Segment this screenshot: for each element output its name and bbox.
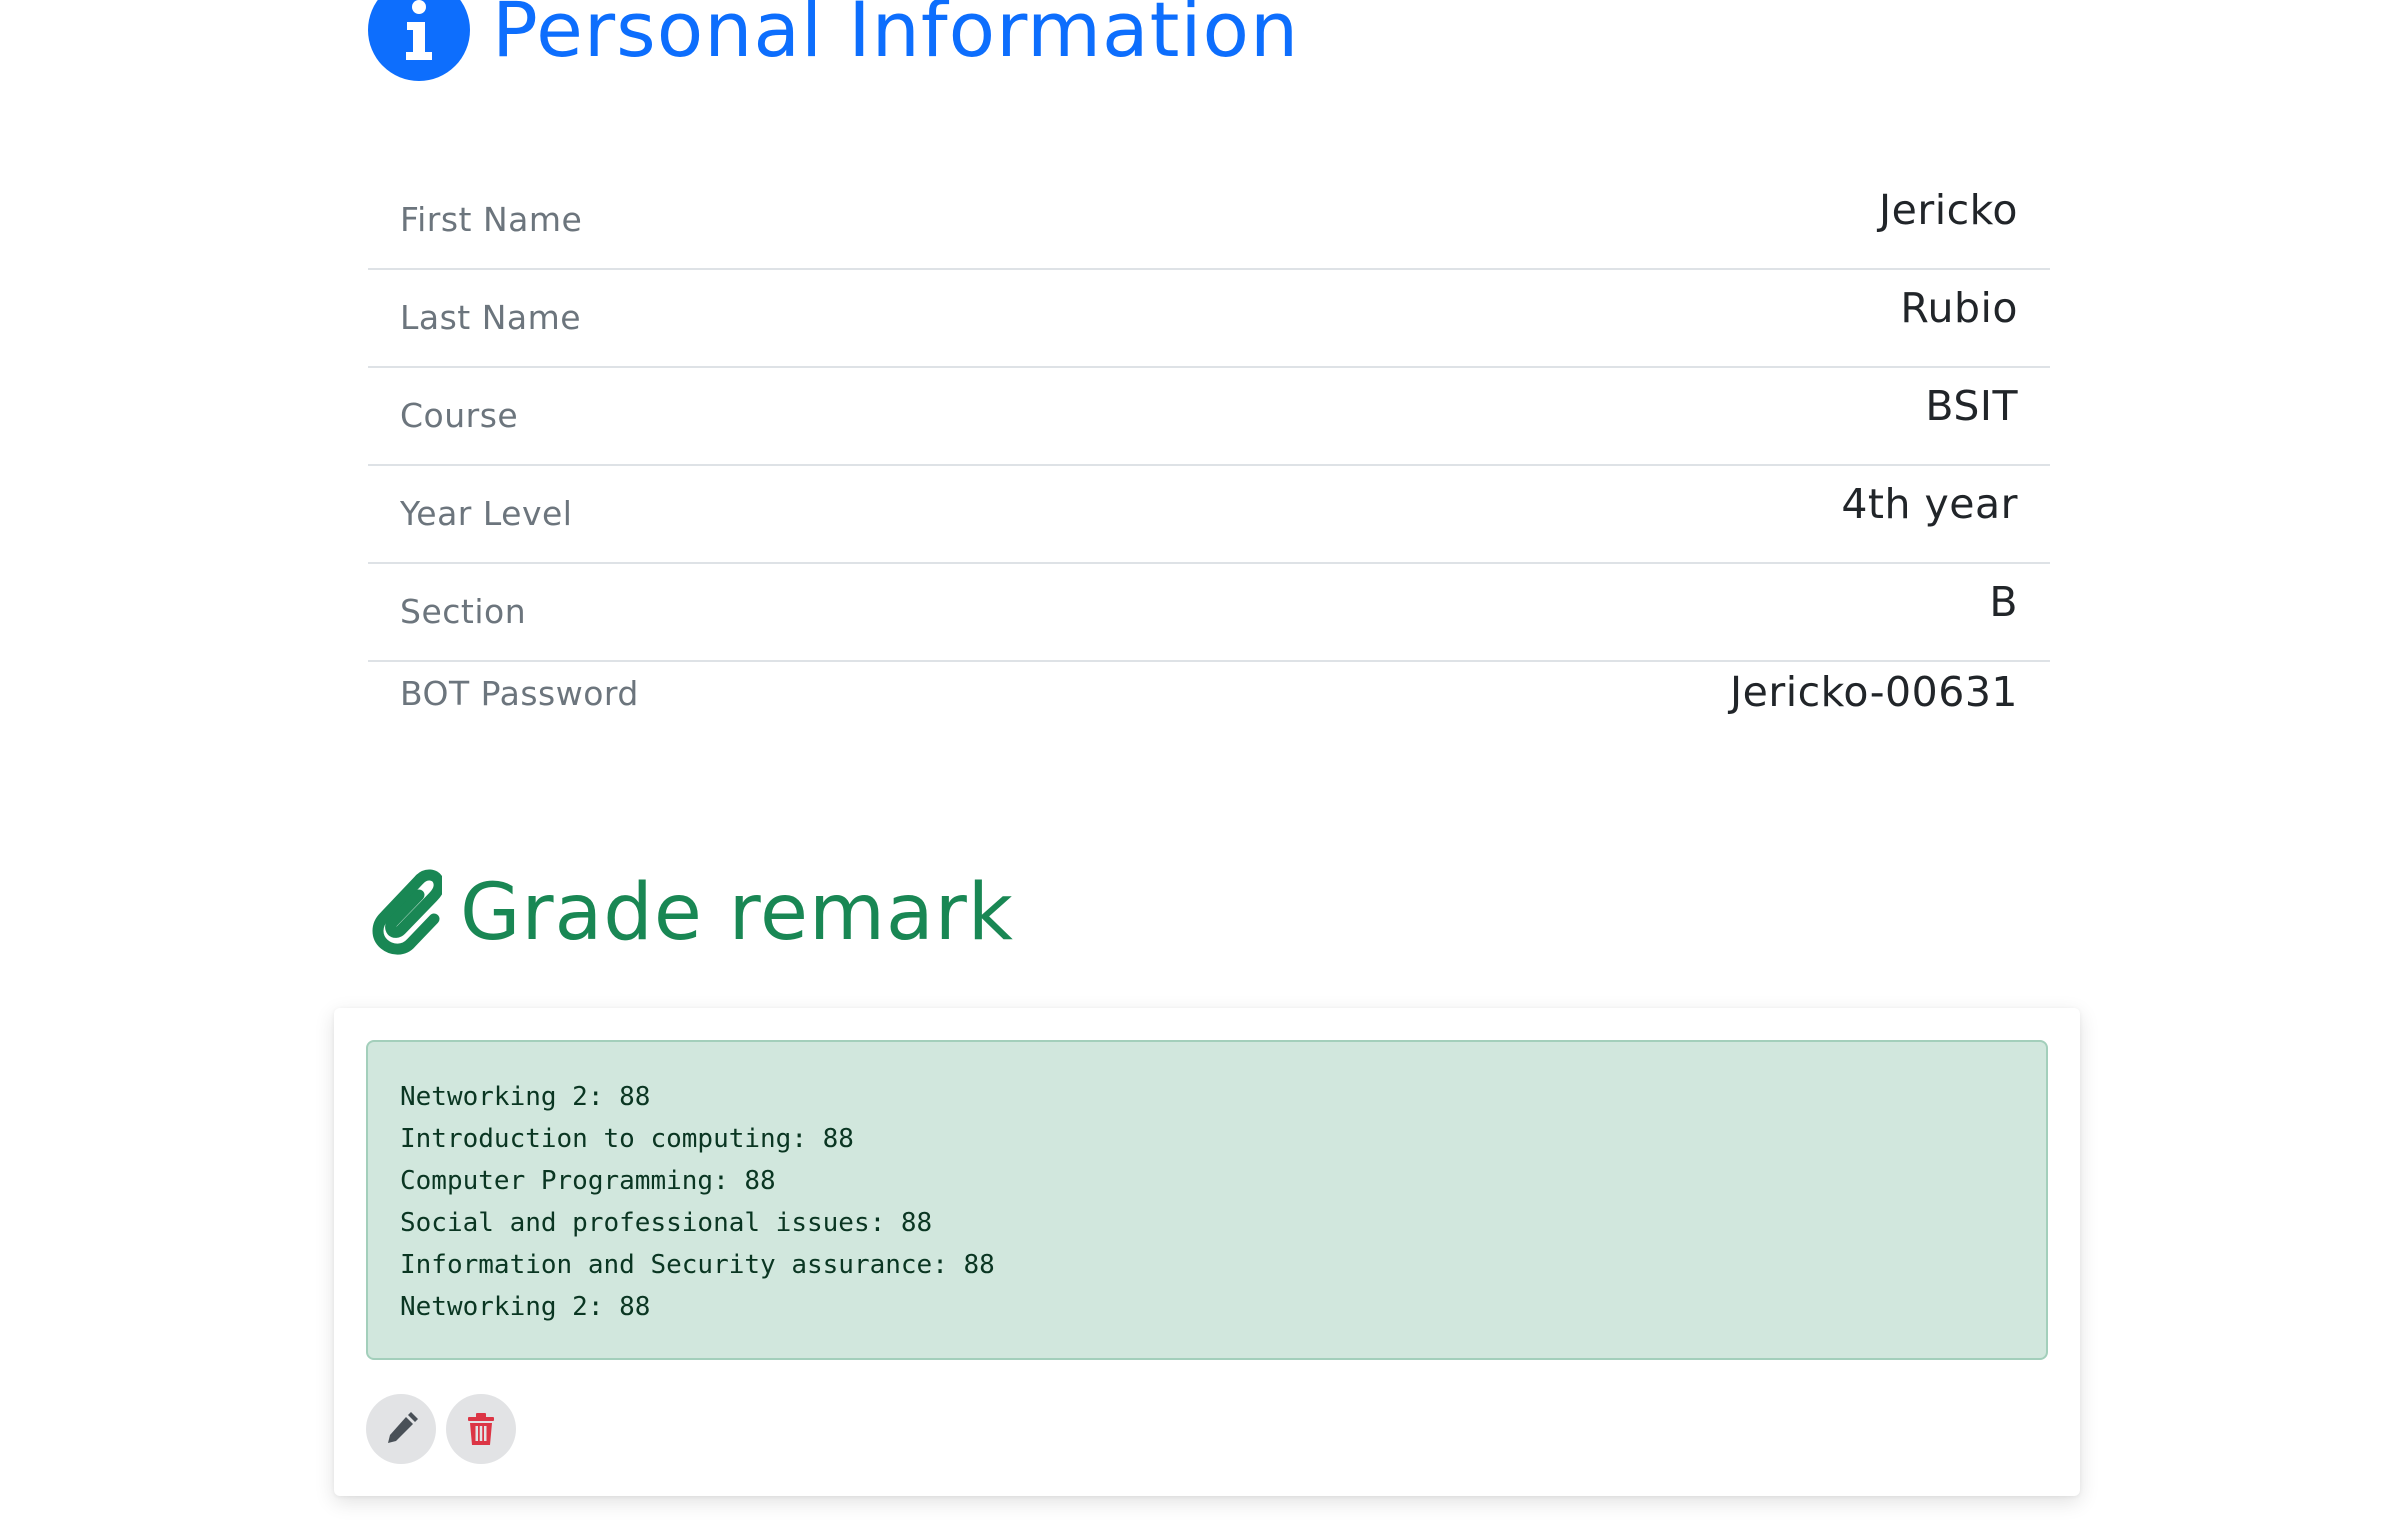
remark-line: Information and Security assurance: 88 <box>400 1250 995 1280</box>
remark-line: Social and professional issues: 88 <box>400 1208 933 1238</box>
personal-info-list: First Name Jericko Last Name Rubio Cours… <box>368 172 2050 760</box>
grade-remark-card: Networking 2: 88 Introduction to computi… <box>334 1008 2080 1496</box>
info-value: Jericko-00631 <box>1730 668 2018 716</box>
pencil-icon <box>388 1412 418 1443</box>
info-row-year-level: Year Level 4th year <box>368 466 2050 564</box>
personal-info-header: Personal Information <box>368 0 1299 88</box>
grade-remark-title: Grade remark <box>460 868 1014 958</box>
info-label: Last Name <box>400 298 582 337</box>
delete-remark-button[interactable] <box>446 1394 516 1464</box>
info-row-last-name: Last Name Rubio <box>368 270 2050 368</box>
info-value: Rubio <box>1900 284 2018 332</box>
paperclip-icon <box>372 869 442 955</box>
info-row-bot-password: BOT Password Jericko-00631 <box>368 662 2050 760</box>
remark-line: Introduction to computing: 88 <box>400 1124 854 1154</box>
info-row-course: Course BSIT <box>368 368 2050 466</box>
edit-remark-button[interactable] <box>366 1394 436 1464</box>
trash-icon <box>468 1413 494 1445</box>
info-row-section: Section B <box>368 564 2050 662</box>
remark-line: Networking 2: 88 <box>400 1292 651 1322</box>
grade-remark-header: Grade remark <box>364 858 1014 968</box>
grade-remark-alert: Networking 2: 88 Introduction to computi… <box>366 1040 2048 1360</box>
personal-info-title: Personal Information <box>492 0 1300 74</box>
info-label: First Name <box>400 200 583 239</box>
info-value: 4th year <box>1841 480 2018 528</box>
info-value: BSIT <box>1925 382 2018 430</box>
remark-line: Computer Programming: 88 <box>400 1166 776 1196</box>
info-label: Year Level <box>400 494 573 533</box>
remark-line: Networking 2: 88 <box>400 1082 651 1112</box>
info-label: Course <box>400 396 519 435</box>
info-circle-icon <box>368 0 470 81</box>
info-value: B <box>1989 578 2018 626</box>
info-row-first-name: First Name Jericko <box>368 172 2050 270</box>
info-label: BOT Password <box>400 674 639 713</box>
info-label: Section <box>400 592 527 631</box>
info-value: Jericko <box>1879 186 2018 234</box>
